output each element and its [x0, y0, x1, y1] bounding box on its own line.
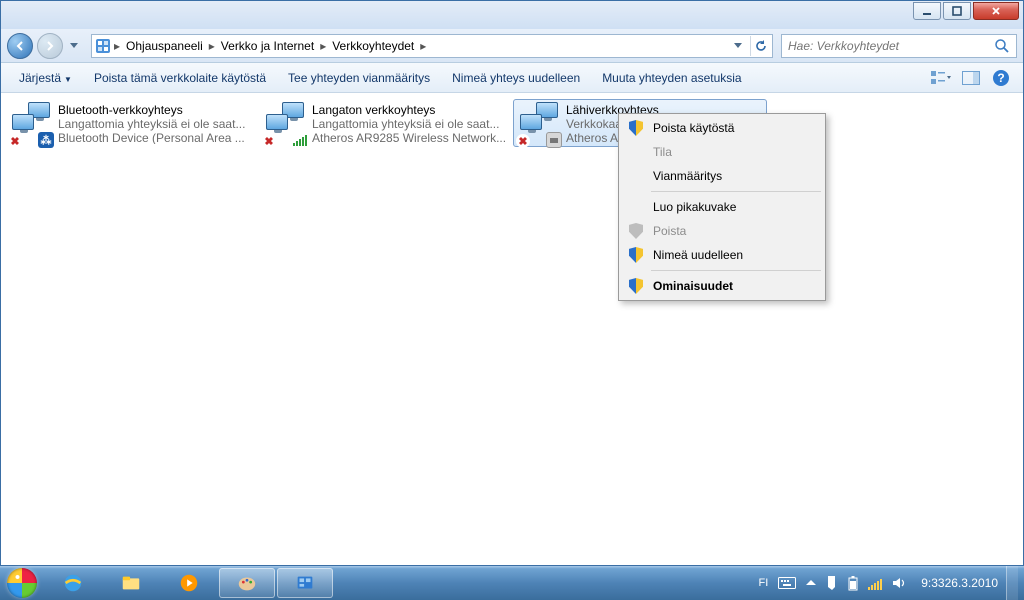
battery-icon[interactable] [843, 566, 863, 600]
connection-item-wireless[interactable]: Langaton verkkoyhteys Langattomia yhteyk… [259, 99, 513, 147]
close-button[interactable] [973, 2, 1019, 20]
chevron-right-icon[interactable]: ▸ [207, 39, 217, 53]
shield-icon [629, 223, 643, 239]
tray-overflow-button[interactable] [801, 566, 821, 600]
ctx-status: Tila [621, 140, 823, 164]
action-center-icon[interactable] [821, 566, 843, 600]
taskbar-app-explorer[interactable] [103, 568, 159, 598]
chevron-right-icon[interactable]: ▸ [318, 39, 328, 53]
clock-time: 9:33 [921, 577, 944, 590]
taskbar-app-paint[interactable] [219, 568, 275, 598]
rename-button[interactable]: Nimeä yhteys uudelleen [442, 67, 590, 89]
explorer-window: ▸ Ohjauspaneeli ▸ Verkko ja Internet ▸ V… [0, 0, 1024, 566]
taskbar-app-control-panel[interactable] [277, 568, 333, 598]
connection-device: Bluetooth Device (Personal Area ... [58, 131, 254, 144]
network-tray-icon[interactable] [863, 566, 887, 600]
connection-name: Langaton verkkoyhteys [312, 103, 508, 117]
connection-item-bluetooth[interactable]: ⁂ Bluetooth-verkkoyhteys Langattomia yht… [5, 99, 259, 147]
clock-date: 26.3.2010 [945, 577, 998, 590]
chevron-right-icon[interactable]: ▸ [418, 39, 428, 53]
maximize-button[interactable] [943, 2, 971, 20]
refresh-button[interactable] [750, 36, 770, 56]
windows-orb-icon [7, 568, 37, 598]
svg-text:?: ? [997, 71, 1004, 85]
connection-status: Langattomia yhteyksiä ei ole saat... [58, 117, 254, 131]
disconnected-x-icon [516, 134, 530, 148]
change-settings-button[interactable]: Muuta yhteyden asetuksia [592, 67, 751, 89]
start-button[interactable] [0, 566, 44, 600]
taskbar-app-ie[interactable] [45, 568, 101, 598]
ctx-properties[interactable]: Ominaisuudet [621, 274, 823, 298]
context-menu: Poista käytöstä Tila Vianmääritys Luo pi… [618, 113, 826, 301]
navbar: ▸ Ohjauspaneeli ▸ Verkko ja Internet ▸ V… [1, 29, 1023, 63]
address-dropdown-button[interactable] [728, 36, 748, 56]
search-input[interactable] [788, 39, 994, 53]
system-tray: FI 9:33 26.3.2010 [753, 566, 1024, 600]
connection-name: Bluetooth-verkkoyhteys [58, 103, 254, 117]
ctx-create-shortcut[interactable]: Luo pikakuvake [621, 195, 823, 219]
keyboard-icon[interactable] [773, 566, 801, 600]
clock[interactable]: 9:33 26.3.2010 [913, 566, 1006, 600]
command-bar: Järjestä▼ Poista tämä verkkolaite käytös… [1, 63, 1023, 93]
separator [651, 270, 821, 271]
shield-icon [629, 247, 643, 263]
disable-device-button[interactable]: Poista tämä verkkolaite käytöstä [84, 67, 276, 89]
diagnose-button[interactable]: Tee yhteyden vianmääritys [278, 67, 440, 89]
network-adapter-icon: ⁂ [10, 102, 58, 146]
breadcrumb-network-internet[interactable]: Verkko ja Internet [217, 39, 318, 53]
breadcrumb: ▸ Ohjauspaneeli ▸ Verkko ja Internet ▸ V… [112, 35, 428, 57]
ctx-delete: Poista [621, 219, 823, 243]
search-box[interactable] [781, 34, 1017, 58]
ctx-diagnose[interactable]: Vianmääritys [621, 164, 823, 188]
help-button[interactable]: ? [989, 66, 1013, 90]
ctx-disable[interactable]: Poista käytöstä [621, 116, 823, 140]
shield-icon [629, 120, 643, 136]
chevron-right-icon[interactable]: ▸ [112, 39, 122, 53]
disconnected-x-icon [262, 134, 276, 148]
shield-icon [629, 278, 643, 294]
network-adapter-icon [518, 102, 566, 146]
volume-icon[interactable] [887, 566, 913, 600]
titlebar [1, 1, 1023, 29]
back-button[interactable] [7, 33, 33, 59]
connection-status: Langattomia yhteyksiä ei ole saat... [312, 117, 508, 131]
forward-button[interactable] [37, 33, 63, 59]
language-indicator[interactable]: FI [753, 566, 773, 600]
ctx-rename[interactable]: Nimeä uudelleen [621, 243, 823, 267]
wifi-signal-icon [292, 132, 308, 148]
preview-pane-button[interactable] [959, 66, 983, 90]
control-panel-icon [94, 37, 112, 55]
organize-button[interactable]: Järjestä▼ [9, 67, 82, 89]
taskbar: FI 9:33 26.3.2010 [0, 566, 1024, 600]
bluetooth-icon: ⁂ [38, 132, 54, 148]
breadcrumb-network-connections[interactable]: Verkkoyhteydet [328, 39, 418, 53]
network-adapter-icon [264, 102, 312, 146]
address-bar[interactable]: ▸ Ohjauspaneeli ▸ Verkko ja Internet ▸ V… [91, 34, 773, 58]
ethernet-plug-icon [546, 132, 562, 148]
view-options-button[interactable] [929, 66, 953, 90]
connection-device: Atheros AR9285 Wireless Network... [312, 131, 508, 144]
separator [651, 191, 821, 192]
minimize-button[interactable] [913, 2, 941, 20]
search-icon[interactable] [994, 38, 1010, 54]
nav-history-dropdown[interactable] [67, 34, 81, 58]
disconnected-x-icon [8, 134, 22, 148]
taskbar-app-media-player[interactable] [161, 568, 217, 598]
content-area: ⁂ Bluetooth-verkkoyhteys Langattomia yht… [1, 93, 1023, 565]
show-desktop-button[interactable] [1006, 566, 1018, 600]
breadcrumb-control-panel[interactable]: Ohjauspaneeli [122, 39, 207, 53]
